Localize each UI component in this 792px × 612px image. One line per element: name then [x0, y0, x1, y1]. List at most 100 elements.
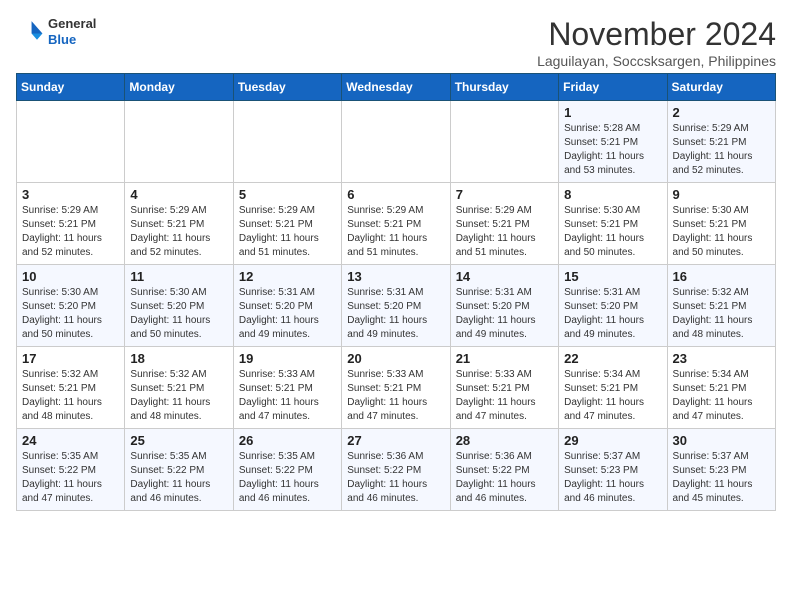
calendar-cell — [17, 101, 125, 183]
day-info: Sunrise: 5:35 AM Sunset: 5:22 PM Dayligh… — [130, 450, 227, 506]
calendar-cell: 26 Sunrise: 5:35 AM Sunset: 5:22 PM Dayli… — [233, 429, 341, 511]
calendar-cell: 24 Sunrise: 5:35 AM Sunset: 5:22 PM Dayli… — [17, 429, 125, 511]
calendar-cell: 19 Sunrise: 5:33 AM Sunset: 5:21 PM Dayli… — [233, 347, 341, 429]
month-title: November 2024 — [537, 16, 776, 53]
day-number: 14 — [456, 269, 553, 284]
logo: General Blue — [16, 16, 96, 47]
weekday-header-friday: Friday — [559, 74, 667, 101]
logo-text: General Blue — [48, 16, 96, 47]
calendar-week-2: 3 Sunrise: 5:29 AM Sunset: 5:21 PM Daylig… — [17, 183, 776, 265]
location: Laguilayan, Soccsksargen, Philippines — [537, 53, 776, 69]
weekday-header-saturday: Saturday — [667, 74, 775, 101]
calendar-week-4: 17 Sunrise: 5:32 AM Sunset: 5:21 PM Dayli… — [17, 347, 776, 429]
day-info: Sunrise: 5:29 AM Sunset: 5:21 PM Dayligh… — [347, 204, 444, 260]
calendar-cell: 1 Sunrise: 5:28 AM Sunset: 5:21 PM Daylig… — [559, 101, 667, 183]
day-number: 12 — [239, 269, 336, 284]
day-number: 24 — [22, 433, 119, 448]
calendar-cell — [450, 101, 558, 183]
day-number: 15 — [564, 269, 661, 284]
day-number: 2 — [673, 105, 770, 120]
calendar-cell: 28 Sunrise: 5:36 AM Sunset: 5:22 PM Dayli… — [450, 429, 558, 511]
calendar-cell — [125, 101, 233, 183]
day-number: 9 — [673, 187, 770, 202]
day-info: Sunrise: 5:36 AM Sunset: 5:22 PM Dayligh… — [456, 450, 553, 506]
weekday-header-wednesday: Wednesday — [342, 74, 450, 101]
day-info: Sunrise: 5:29 AM Sunset: 5:21 PM Dayligh… — [22, 204, 119, 260]
day-info: Sunrise: 5:31 AM Sunset: 5:20 PM Dayligh… — [347, 286, 444, 342]
day-info: Sunrise: 5:37 AM Sunset: 5:23 PM Dayligh… — [673, 450, 770, 506]
day-number: 19 — [239, 351, 336, 366]
calendar-cell: 12 Sunrise: 5:31 AM Sunset: 5:20 PM Dayli… — [233, 265, 341, 347]
day-info: Sunrise: 5:29 AM Sunset: 5:21 PM Dayligh… — [239, 204, 336, 260]
calendar-cell: 13 Sunrise: 5:31 AM Sunset: 5:20 PM Dayli… — [342, 265, 450, 347]
day-info: Sunrise: 5:28 AM Sunset: 5:21 PM Dayligh… — [564, 122, 661, 178]
day-info: Sunrise: 5:31 AM Sunset: 5:20 PM Dayligh… — [564, 286, 661, 342]
day-info: Sunrise: 5:29 AM Sunset: 5:21 PM Dayligh… — [130, 204, 227, 260]
day-info: Sunrise: 5:30 AM Sunset: 5:21 PM Dayligh… — [673, 204, 770, 260]
calendar-week-1: 1 Sunrise: 5:28 AM Sunset: 5:21 PM Daylig… — [17, 101, 776, 183]
calendar-cell: 5 Sunrise: 5:29 AM Sunset: 5:21 PM Daylig… — [233, 183, 341, 265]
calendar-cell: 16Sunrise: 5:32 AM Sunset: 5:21 PM Dayli… — [667, 265, 775, 347]
day-info: Sunrise: 5:29 AM Sunset: 5:21 PM Dayligh… — [456, 204, 553, 260]
day-info: Sunrise: 5:34 AM Sunset: 5:21 PM Dayligh… — [673, 368, 770, 424]
day-info: Sunrise: 5:34 AM Sunset: 5:21 PM Dayligh… — [564, 368, 661, 424]
calendar-cell: 18 Sunrise: 5:32 AM Sunset: 5:21 PM Dayli… — [125, 347, 233, 429]
title-block: November 2024 Laguilayan, Soccsksargen, … — [537, 16, 776, 69]
day-info: Sunrise: 5:37 AM Sunset: 5:23 PM Dayligh… — [564, 450, 661, 506]
day-number: 8 — [564, 187, 661, 202]
day-number: 25 — [130, 433, 227, 448]
day-number: 26 — [239, 433, 336, 448]
day-info: Sunrise: 5:33 AM Sunset: 5:21 PM Dayligh… — [239, 368, 336, 424]
weekday-header-sunday: Sunday — [17, 74, 125, 101]
day-number: 18 — [130, 351, 227, 366]
day-number: 30 — [673, 433, 770, 448]
day-number: 28 — [456, 433, 553, 448]
calendar-table: SundayMondayTuesdayWednesdayThursdayFrid… — [16, 73, 776, 511]
day-number: 27 — [347, 433, 444, 448]
day-info: Sunrise: 5:32 AM Sunset: 5:21 PM Dayligh… — [130, 368, 227, 424]
calendar-cell: 11Sunrise: 5:30 AM Sunset: 5:20 PM Dayli… — [125, 265, 233, 347]
day-number: 10 — [22, 269, 119, 284]
day-number: 23 — [673, 351, 770, 366]
day-info: Sunrise: 5:33 AM Sunset: 5:21 PM Dayligh… — [347, 368, 444, 424]
day-number: 13 — [347, 269, 444, 284]
calendar-cell: 17 Sunrise: 5:32 AM Sunset: 5:21 PM Dayli… — [17, 347, 125, 429]
day-info: Sunrise: 5:31 AM Sunset: 5:20 PM Dayligh… — [456, 286, 553, 342]
day-number: 20 — [347, 351, 444, 366]
day-number: 1 — [564, 105, 661, 120]
calendar-cell: 8 Sunrise: 5:30 AM Sunset: 5:21 PM Daylig… — [559, 183, 667, 265]
calendar-cell: 15 Sunrise: 5:31 AM Sunset: 5:20 PM Dayli… — [559, 265, 667, 347]
calendar-week-3: 10Sunrise: 5:30 AM Sunset: 5:20 PM Dayli… — [17, 265, 776, 347]
day-info: Sunrise: 5:35 AM Sunset: 5:22 PM Dayligh… — [22, 450, 119, 506]
day-number: 22 — [564, 351, 661, 366]
logo-icon — [16, 18, 44, 46]
day-number: 21 — [456, 351, 553, 366]
calendar-cell: 7Sunrise: 5:29 AM Sunset: 5:21 PM Daylig… — [450, 183, 558, 265]
weekday-header-monday: Monday — [125, 74, 233, 101]
calendar-cell: 22 Sunrise: 5:34 AM Sunset: 5:21 PM Dayli… — [559, 347, 667, 429]
calendar-cell: 20 Sunrise: 5:33 AM Sunset: 5:21 PM Dayli… — [342, 347, 450, 429]
calendar-cell: 14 Sunrise: 5:31 AM Sunset: 5:20 PM Dayli… — [450, 265, 558, 347]
calendar-cell: 21 Sunrise: 5:33 AM Sunset: 5:21 PM Dayli… — [450, 347, 558, 429]
day-info: Sunrise: 5:32 AM Sunset: 5:21 PM Dayligh… — [22, 368, 119, 424]
calendar-cell: 10Sunrise: 5:30 AM Sunset: 5:20 PM Dayli… — [17, 265, 125, 347]
day-info: Sunrise: 5:29 AM Sunset: 5:21 PM Dayligh… — [673, 122, 770, 178]
calendar-cell: 25 Sunrise: 5:35 AM Sunset: 5:22 PM Dayli… — [125, 429, 233, 511]
day-info: Sunrise: 5:30 AM Sunset: 5:21 PM Dayligh… — [564, 204, 661, 260]
day-number: 5 — [239, 187, 336, 202]
day-number: 16 — [673, 269, 770, 284]
day-number: 6 — [347, 187, 444, 202]
day-info: Sunrise: 5:33 AM Sunset: 5:21 PM Dayligh… — [456, 368, 553, 424]
calendar-cell — [342, 101, 450, 183]
calendar-cell: 30 Sunrise: 5:37 AM Sunset: 5:23 PM Dayli… — [667, 429, 775, 511]
day-number: 11 — [130, 269, 227, 284]
calendar-week-5: 24 Sunrise: 5:35 AM Sunset: 5:22 PM Dayli… — [17, 429, 776, 511]
day-info: Sunrise: 5:35 AM Sunset: 5:22 PM Dayligh… — [239, 450, 336, 506]
day-info: Sunrise: 5:31 AM Sunset: 5:20 PM Dayligh… — [239, 286, 336, 342]
calendar-cell — [233, 101, 341, 183]
weekday-header-tuesday: Tuesday — [233, 74, 341, 101]
page-header: General Blue November 2024 Laguilayan, S… — [16, 16, 776, 69]
day-number: 3 — [22, 187, 119, 202]
calendar-cell: 6 Sunrise: 5:29 AM Sunset: 5:21 PM Daylig… — [342, 183, 450, 265]
day-number: 17 — [22, 351, 119, 366]
